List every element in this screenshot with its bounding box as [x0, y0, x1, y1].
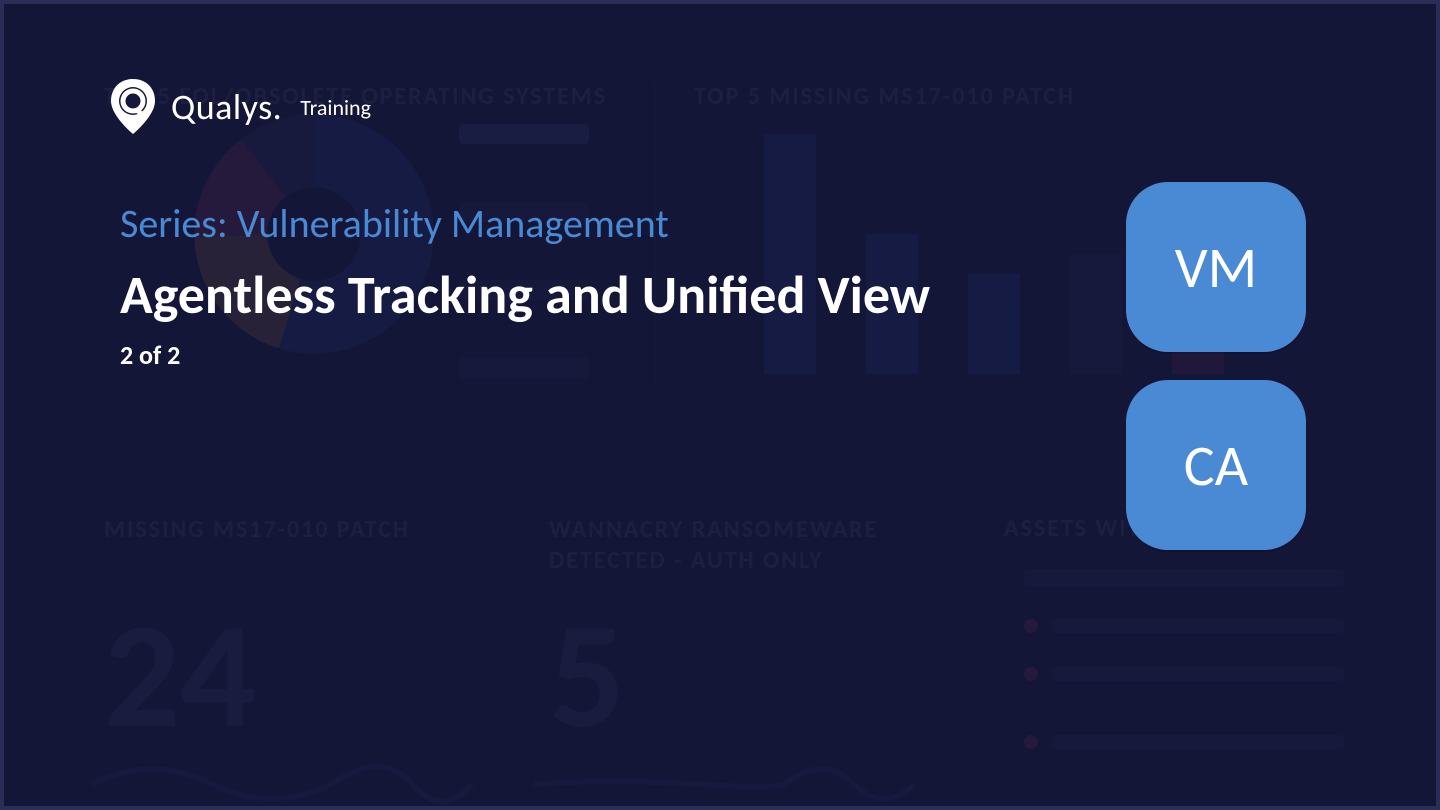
brand-suffix: Training	[300, 94, 371, 121]
product-badges: VM CA	[1126, 182, 1306, 550]
slide-frame: TOP 5 EOL/OBSOLETE OPERATING SYSTEMS TOP…	[0, 0, 1440, 810]
brand-name: Qualys.	[171, 85, 282, 129]
bg-value-missing-patch: 24	[104, 584, 256, 767]
title-block: Series: Vulnerability Management Agentle…	[120, 199, 930, 371]
series-label: Series: Vulnerability Management	[120, 199, 930, 248]
bg-panel-title-top-right: TOP 5 MISSING MS17-010 PATCH	[694, 82, 1075, 111]
bg-panel-title-bottom-mid: WANNACRY RANSOMEWARE DETECTED - AUTH ONL…	[549, 514, 909, 576]
qualys-mark-icon	[109, 79, 157, 135]
bg-panel-title-bottom-left: MISSING MS17-010 PATCH	[104, 514, 424, 545]
asset-list	[1024, 569, 1344, 751]
badge-ca: CA	[1126, 380, 1306, 550]
sparkline-mid	[534, 744, 914, 806]
badge-vm: VM	[1126, 182, 1306, 352]
progress-indicator: 2 of 2	[120, 339, 930, 371]
brand-logo: Qualys. Training	[109, 79, 371, 135]
page-title: Agentless Tracking and Unified View	[120, 266, 930, 325]
bg-value-wannacry: 5	[549, 584, 625, 767]
sparkline-left	[92, 744, 472, 806]
